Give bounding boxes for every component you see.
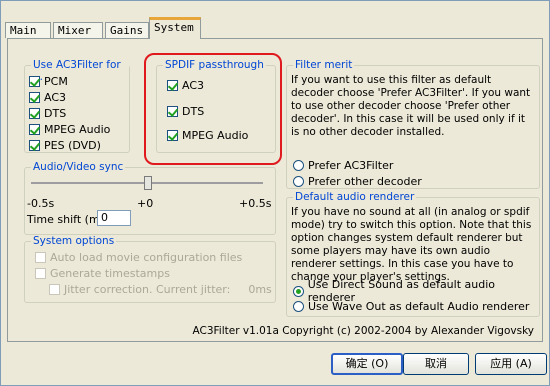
system-panel: Use AC3Filter for ... PCM AC3 DTS MPEG A… — [7, 38, 543, 342]
check-icon — [29, 123, 40, 135]
tab-mixer[interactable]: Mixer — [53, 22, 103, 38]
jitter-value: 0ms — [248, 282, 272, 296]
copyright-text: AC3Filter v1.01a Copyright (c) 2002-2004… — [192, 325, 534, 337]
pcm-checkbox[interactable]: PCM — [29, 74, 68, 88]
use-filter-group: Use AC3Filter for ... PCM AC3 DTS MPEG A… — [24, 59, 130, 153]
av-sync-group: Audio/Video sync -0.5s +0 +0.5s Time shi… — [24, 161, 276, 235]
dialog-window: Main Mixer Gains System Use AC3Filter fo… — [0, 0, 550, 386]
filter-merit-text: If you want to use this filter as defaul… — [291, 74, 531, 138]
renderer-group: Default audio renderer If you have no so… — [286, 191, 540, 317]
filter-merit-title: Filter merit — [293, 59, 355, 71]
jitter-checkbox[interactable]: Jitter correction. Current jitter: 0ms — [49, 282, 272, 296]
prefer-ac3filter-radio[interactable]: Prefer AC3Filter — [293, 158, 393, 172]
radio-icon — [293, 175, 304, 187]
apply-button[interactable]: 应用 (A) — [475, 353, 547, 375]
tab-main[interactable]: Main — [5, 22, 51, 38]
sync-max-label: +0.5s — [239, 197, 272, 210]
check-icon — [29, 107, 40, 119]
filter-merit-group: Filter merit If you want to use this fil… — [286, 59, 540, 189]
check-icon — [29, 139, 40, 151]
mpeg-checkbox[interactable]: MPEG Audio — [29, 122, 110, 136]
system-options-group: System options Auto load movie configura… — [24, 235, 276, 303]
direct-sound-radio[interactable]: Use Direct Sound as default audio render… — [293, 278, 539, 304]
ac3-checkbox[interactable]: AC3 — [29, 90, 66, 104]
radio-selected-icon — [293, 285, 304, 297]
cancel-button[interactable]: 取消 — [403, 353, 469, 375]
checkbox-icon — [49, 283, 60, 295]
check-icon — [29, 91, 40, 103]
radio-icon — [293, 300, 304, 312]
checkbox-icon — [35, 267, 46, 279]
tab-gains[interactable]: Gains — [105, 22, 149, 38]
highlight-annotation — [144, 53, 282, 165]
system-options-title: System options — [31, 235, 117, 247]
check-icon — [29, 75, 40, 87]
radio-icon — [293, 159, 304, 171]
prefer-other-radio[interactable]: Prefer other decoder — [293, 174, 422, 188]
sync-mid-label: +0 — [137, 197, 154, 210]
sync-min-label: -0.5s — [27, 197, 55, 210]
time-shift-input[interactable]: 0 — [97, 210, 131, 226]
ok-button[interactable]: 确定 (O) — [331, 353, 403, 375]
auto-load-checkbox[interactable]: Auto load movie configuration files — [35, 250, 242, 264]
checkbox-icon — [35, 251, 46, 263]
sync-slider-thumb[interactable] — [144, 176, 152, 190]
renderer-title: Default audio renderer — [293, 191, 417, 203]
timestamps-checkbox[interactable]: Generate timestamps — [35, 266, 170, 280]
pes-checkbox[interactable]: PES (DVD) — [29, 138, 101, 152]
dts-checkbox[interactable]: DTS — [29, 106, 66, 120]
av-sync-title: Audio/Video sync — [31, 161, 126, 173]
wave-out-radio[interactable]: Use Wave Out as default Audio renderer — [293, 299, 529, 313]
tab-system[interactable]: System — [149, 17, 201, 39]
renderer-text: If you have no sound at all (in analog o… — [291, 206, 532, 283]
